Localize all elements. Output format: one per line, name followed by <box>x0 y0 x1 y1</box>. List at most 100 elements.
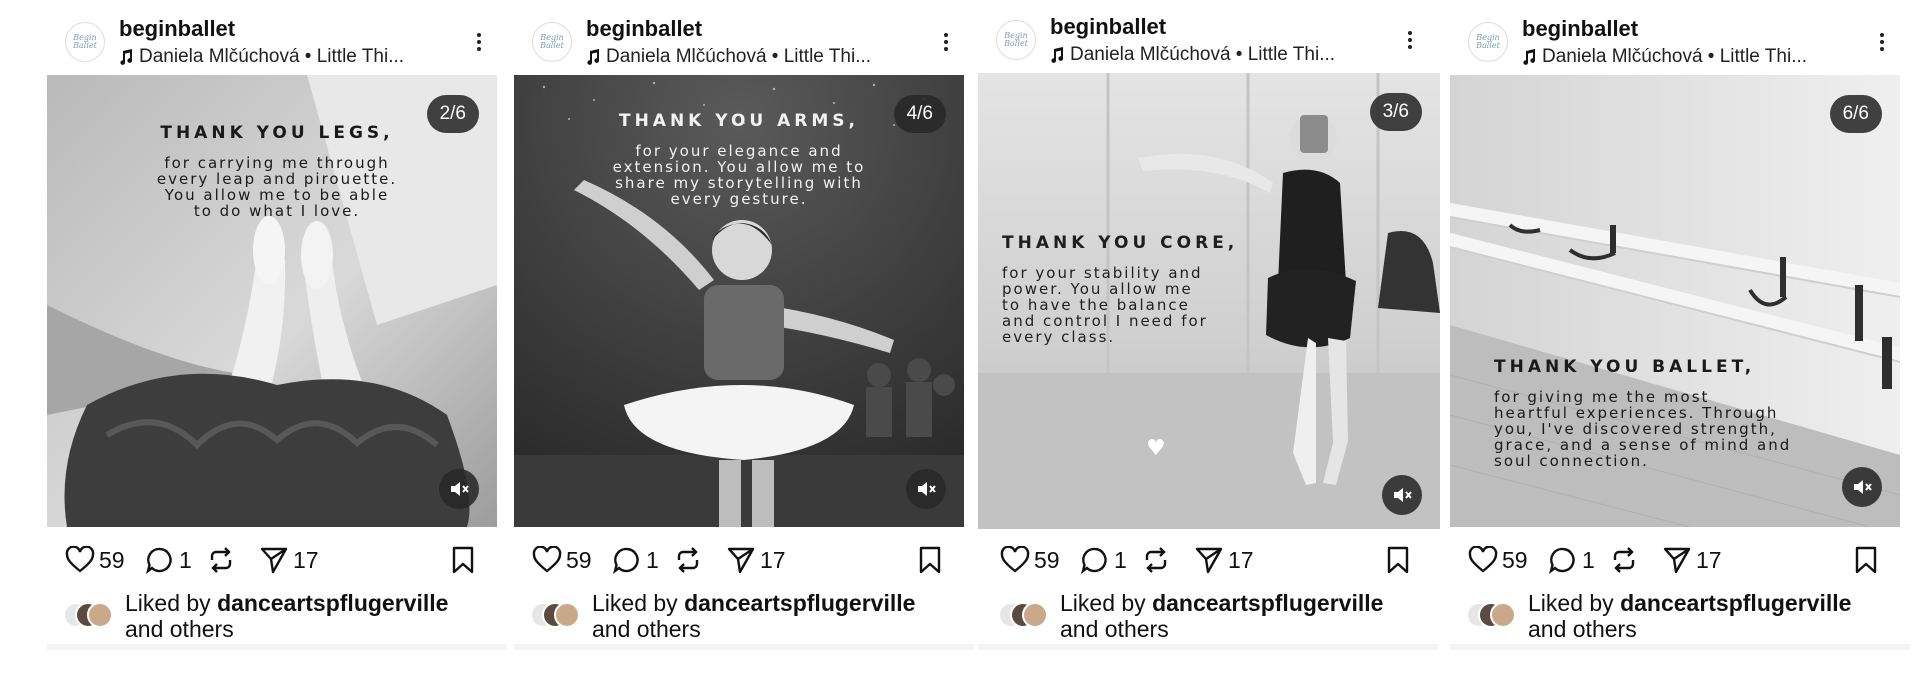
share-button[interactable]: 17 <box>726 540 786 580</box>
comment-count: 1 <box>179 546 192 573</box>
post-media[interactable]: 2/6 THANK YOU LEGS, for carrying me thro… <box>47 75 497 527</box>
caption-line: to do what I love. <box>193 202 361 220</box>
liked-by-prefix: Liked by <box>592 590 678 616</box>
speaker-muted-icon <box>918 482 936 496</box>
share-button[interactable]: 17 <box>259 540 319 580</box>
liked-by-suffix: and others <box>592 616 701 642</box>
caption-line: to have the balance <box>1002 296 1190 314</box>
heart-icon <box>1468 546 1498 573</box>
bookmark-icon <box>1855 546 1877 574</box>
action-bar: 59 1 17 <box>47 540 507 580</box>
liked-by-suffix: and others <box>1060 616 1169 642</box>
comment-button[interactable]: 1 <box>1080 540 1127 580</box>
like-button[interactable]: 59 <box>1468 540 1528 580</box>
audio-track-link[interactable]: Daniela Mlčúchová • Little Thi... <box>1050 44 1380 66</box>
avatar-logo-text: Begin Ballet <box>1476 33 1500 50</box>
post-media[interactable]: 6/6 THANK YOU BALLET, for giving me the … <box>1450 75 1900 527</box>
action-bar: 59 1 17 <box>1450 540 1910 580</box>
username[interactable]: beginballet <box>119 16 235 42</box>
repost-button[interactable] <box>1610 540 1638 580</box>
comment-bubble-icon <box>146 547 172 574</box>
username[interactable]: beginballet <box>1050 14 1166 40</box>
username[interactable]: beginballet <box>1522 16 1638 42</box>
like-count: 59 <box>566 546 592 573</box>
save-button[interactable] <box>1386 540 1410 580</box>
audio-track-link[interactable]: Daniela Mlčúchová • Little Thi... <box>1522 46 1852 68</box>
mute-button[interactable] <box>439 469 479 509</box>
more-vertical-icon[interactable] <box>936 30 956 56</box>
liked-by-username[interactable]: danceartspflugerville <box>217 590 448 616</box>
action-bar: 59 1 17 <box>514 540 974 580</box>
audio-label: Daniela Mlčúchová • Little Thi... <box>139 46 405 67</box>
username[interactable]: beginballet <box>586 16 702 42</box>
more-vertical-icon[interactable] <box>1400 28 1420 54</box>
share-count: 17 <box>760 546 786 573</box>
post-media[interactable]: ♥ 3/6 THANK YOU CORE, for your stability… <box>978 73 1440 529</box>
audio-label: Daniela Mlčúchová • Little Thi... <box>1070 44 1336 65</box>
caption-line: for your stability and <box>1002 264 1203 282</box>
more-vertical-icon[interactable] <box>1872 30 1892 56</box>
mute-button[interactable] <box>906 469 946 509</box>
music-note-icon <box>1051 47 1064 63</box>
caption-title: THANK YOU CORE, <box>1002 233 1239 253</box>
bookmark-icon <box>919 546 941 574</box>
speaker-muted-icon <box>1854 480 1872 494</box>
like-count: 59 <box>1502 546 1528 573</box>
liked-by-summary[interactable]: Liked by danceartspflugerville and other… <box>63 588 503 644</box>
save-button[interactable] <box>451 540 475 580</box>
liked-by-prefix: Liked by <box>1528 590 1614 616</box>
post-header: Begin Ballet beginballet Daniela Mlčúcho… <box>1450 12 1910 74</box>
caption-line: every class. <box>1002 328 1116 346</box>
carousel-counter: 2/6 <box>426 95 479 133</box>
share-button[interactable]: 17 <box>1662 540 1722 580</box>
share-count: 17 <box>1696 546 1722 573</box>
caption-title: THANK YOU ARMS, <box>618 111 860 131</box>
divider <box>514 644 974 650</box>
comment-button[interactable]: 1 <box>1548 540 1595 580</box>
share-count: 17 <box>1228 546 1254 573</box>
save-button[interactable] <box>1854 540 1878 580</box>
mute-button[interactable] <box>1842 467 1882 507</box>
like-button[interactable]: 59 <box>532 540 592 580</box>
heart-icon <box>532 546 562 573</box>
audio-track-link[interactable]: Daniela Mlčúchová • Little Thi... <box>586 46 916 68</box>
post-media[interactable]: 4/6 THANK YOU ARMS, for your elegance an… <box>514 75 964 527</box>
comment-bubble-icon <box>1081 547 1107 574</box>
comment-button[interactable]: 1 <box>612 540 659 580</box>
avatar-logo-text: Begin Ballet <box>540 33 564 50</box>
liked-by-summary[interactable]: Liked by danceartspflugerville and other… <box>998 588 1438 644</box>
avatar[interactable]: Begin Ballet <box>996 20 1036 60</box>
avatar[interactable]: Begin Ballet <box>532 22 572 62</box>
like-button[interactable]: 59 <box>65 540 125 580</box>
liked-by-summary[interactable]: Liked by danceartspflugerville and other… <box>1466 588 1906 644</box>
bookmark-icon <box>1387 546 1409 574</box>
like-button[interactable]: 59 <box>1000 540 1060 580</box>
avatar <box>87 602 113 628</box>
audio-track-link[interactable]: Daniela Mlčúchová • Little Thi... <box>119 46 449 68</box>
caption-line: for your elegance and <box>635 142 843 160</box>
save-button[interactable] <box>918 540 942 580</box>
share-button[interactable]: 17 <box>1194 540 1254 580</box>
avatar <box>554 602 580 628</box>
caption-line: share my storytelling with <box>615 174 863 192</box>
repost-button[interactable] <box>1142 540 1170 580</box>
comment-button[interactable]: 1 <box>145 540 192 580</box>
mute-button[interactable] <box>1382 475 1422 515</box>
liked-by-username[interactable]: danceartspflugerville <box>1152 590 1383 616</box>
comment-count: 1 <box>646 546 659 573</box>
send-icon <box>727 547 755 574</box>
avatar[interactable]: Begin Ballet <box>65 22 105 62</box>
repost-button[interactable] <box>207 540 235 580</box>
divider <box>47 644 507 650</box>
carousel-counter: 6/6 <box>1829 95 1882 133</box>
liked-by-summary[interactable]: Liked by danceartspflugerville and other… <box>530 588 970 644</box>
avatar[interactable]: Begin Ballet <box>1468 22 1508 62</box>
liked-by-username[interactable]: danceartspflugerville <box>684 590 915 616</box>
music-note-icon <box>120 49 133 65</box>
overlay-caption: THANK YOU LEGS, for carrying me through … <box>127 123 427 219</box>
caption-title: THANK YOU LEGS, <box>160 123 394 143</box>
liked-by-username[interactable]: danceartspflugerville <box>1620 590 1851 616</box>
repost-button[interactable] <box>674 540 702 580</box>
more-vertical-icon[interactable] <box>469 30 489 56</box>
repost-icon <box>210 547 232 573</box>
